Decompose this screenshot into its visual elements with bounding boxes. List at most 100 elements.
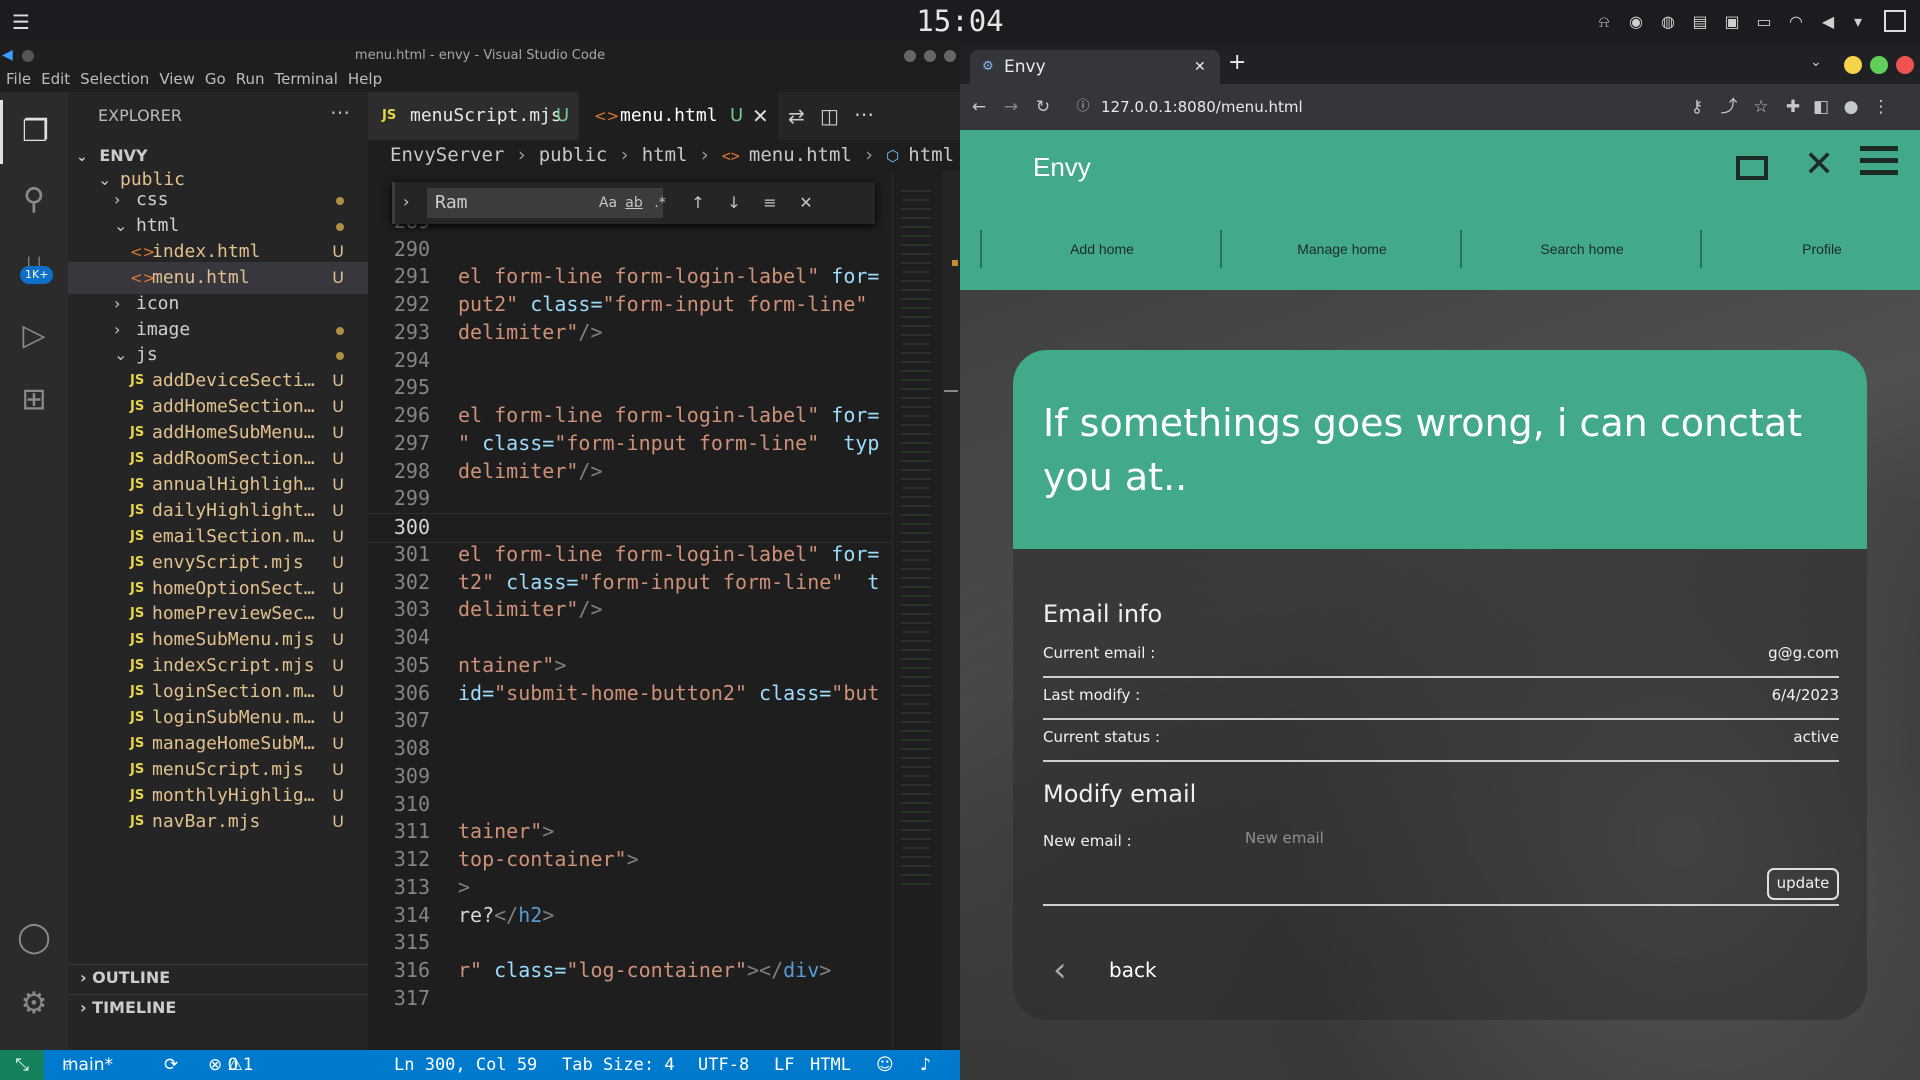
explorer-more-icon[interactable]: ⋯ [330,100,350,124]
outline-section[interactable]: › OUTLINE [80,968,170,987]
divider [68,964,368,965]
editor-more-icon[interactable]: ⋯ [854,102,874,126]
menu-item-terminal[interactable]: Terminal [275,70,338,88]
breadcrumb-item[interactable]: menu.html [749,144,852,166]
volume-muted-icon[interactable]: ◀ [1818,12,1838,32]
password-key-icon[interactable]: ⚷ [1686,96,1708,118]
find-in-selection-icon[interactable]: ≡ [757,190,783,216]
tray-dropdown-icon[interactable]: ▾ [1848,12,1868,32]
breadcrumb-item[interactable]: EnvyServer [390,144,504,166]
tree-file[interactable]: JS navBar.mjs U [68,806,368,838]
encoding[interactable]: UTF-8 [698,1050,749,1080]
close-tab-icon[interactable]: ✕ [1194,50,1206,84]
site-brand[interactable]: Envy [1033,152,1091,183]
site-info-icon[interactable]: ⓘ [1072,96,1094,118]
tab-size[interactable]: Tab Size: 4 [562,1050,675,1080]
timeline-section[interactable]: › TIMELINE [80,998,176,1017]
regex-button[interactable]: .* [647,190,673,216]
tab-menuscript[interactable]: JS menuScript.mjs U [368,92,578,140]
bookmark-star-icon[interactable]: ☆ [1750,96,1772,118]
browser-tab[interactable]: ⚙ Envy ✕ [970,50,1220,84]
back-icon[interactable]: ← [968,96,990,118]
code-token: /> [578,319,603,344]
nav-add-home[interactable]: Add home [980,230,1222,268]
scrollbar-thumb[interactable] [944,390,958,392]
new-tab-icon[interactable]: + [1228,50,1246,75]
minimize-button[interactable] [904,50,916,62]
browser-menu-icon[interactable]: ⋮ [1870,96,1892,118]
menu-item-edit[interactable]: Edit [41,70,70,88]
maximize-button[interactable] [1870,56,1888,74]
code-editor[interactable]: 288delimiter"/>289290291el form-line for… [368,176,898,1050]
previous-match-icon[interactable]: ↑ [685,190,711,216]
whole-word-button[interactable]: ab [621,190,647,216]
split-editor-icon[interactable]: ◫ [820,104,839,128]
nav-profile[interactable]: Profile [1700,230,1920,268]
update-button[interactable]: update [1767,868,1839,900]
show-desktop-icon[interactable] [1884,10,1906,32]
close-window-button[interactable] [944,50,956,62]
menu-item-selection[interactable]: Selection [80,70,149,88]
reload-icon[interactable]: ↻ [1032,96,1054,118]
menu-item-view[interactable]: View [159,70,195,88]
share-icon[interactable]: ⤴ [1718,96,1740,118]
language-mode[interactable]: HTML [810,1050,851,1080]
cursor-position[interactable]: Ln 300, Col 59 [394,1050,537,1080]
close-find-icon[interactable]: ✕ [793,190,819,216]
screenshot-icon[interactable]: ▣ [1722,12,1742,32]
workspace-root[interactable]: ⌄ ENVY [76,146,148,165]
extensions-icon[interactable]: ⊞ [0,368,68,432]
explorer-icon[interactable]: ❐ [0,100,68,164]
line-number: 310 [393,791,430,816]
next-match-icon[interactable]: ↓ [721,190,747,216]
breadcrumb-item[interactable]: public [539,144,608,166]
sync-icon[interactable]: ⟳ [164,1050,178,1080]
problems-status[interactable]: ⊗ 0 ⚠ 1 [208,1050,254,1080]
remote-icon[interactable]: ⤡ [0,1050,44,1080]
menu-item-run[interactable]: Run [236,70,265,88]
compare-changes-icon[interactable]: ⇄ [788,104,805,128]
forward-icon[interactable]: → [1000,96,1022,118]
menu-item-go[interactable]: Go [205,70,226,88]
close-x-icon[interactable]: ✕ [1804,144,1834,185]
toggle-replace-icon[interactable]: › [403,192,409,211]
close-tab-icon[interactable]: ✕ [752,92,769,140]
line-ending[interactable]: LF [774,1050,794,1080]
tab-search-icon[interactable]: ⌄ [1810,54,1822,70]
side-panel-icon[interactable]: ◧ [1810,96,1832,118]
menu-item-help[interactable]: Help [348,70,382,88]
discord-icon[interactable]: ◍ [1658,12,1678,32]
breadcrumb-item[interactable]: html [908,144,954,166]
minimize-button[interactable] [1844,56,1862,74]
breadcrumb-item[interactable]: html [642,144,688,166]
line-number: 314 [393,902,430,927]
extensions-puzzle-icon[interactable]: ✚ [1782,96,1804,118]
code-line: 309 [368,763,898,791]
run-debug-icon[interactable]: ▷ [0,304,68,368]
address-bar[interactable]: 127.0.0.1:8080/menu.html [1101,92,1661,122]
hamburger-menu-icon[interactable] [1860,146,1898,175]
battery-icon[interactable]: ▭ [1754,12,1774,32]
editor-scrollbar[interactable] [942,170,960,1050]
nav-search-home[interactable]: Search home [1460,230,1702,268]
feedback-icon[interactable]: ☺ [876,1050,894,1080]
profile-avatar-icon[interactable]: ● [1840,96,1862,118]
menu-item-file[interactable]: File [6,70,31,88]
clipboard-icon[interactable]: ▤ [1690,12,1710,32]
nav-manage-home[interactable]: Manage home [1220,230,1462,268]
new-email-input[interactable] [1243,823,1647,853]
window-square-icon[interactable] [1736,156,1768,180]
notification-bell-icon[interactable]: ⍾ [1594,12,1614,32]
maximize-button[interactable] [924,50,936,62]
close-window-button[interactable] [1896,56,1914,74]
steam-icon[interactable]: ◉ [1626,12,1646,32]
match-case-button[interactable]: Aa [595,190,621,216]
wifi-icon[interactable]: ◠ [1786,12,1806,32]
notifications-bell-icon[interactable]: ♪ [920,1050,931,1080]
accounts-icon[interactable]: ◯ [0,906,68,970]
code-text: delimiter"/> [458,596,603,624]
tab-menu-html[interactable]: <> menu.html U ✕ [580,92,778,140]
search-icon[interactable]: ⚲ [0,168,68,232]
minimap[interactable] [892,170,943,1050]
settings-gear-icon[interactable]: ⚙ [0,972,68,1036]
